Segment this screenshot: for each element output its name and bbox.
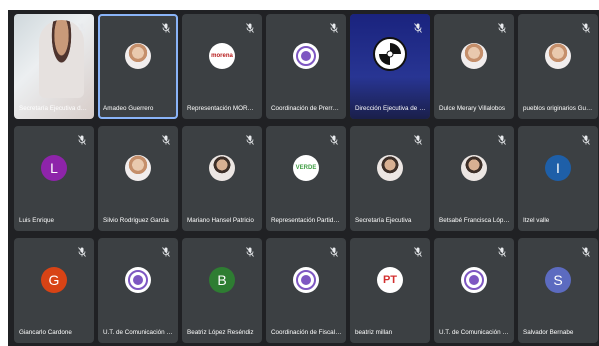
avatar-logo-icon: PT	[377, 267, 403, 293]
participant-tile[interactable]: Coordinación de Prerrog...	[266, 14, 346, 119]
participant-name: Dirección Ejecutiva de Pr...	[355, 105, 426, 112]
participant-tile[interactable]: I Itzel valle	[518, 126, 598, 231]
participant-name: Betsabé Francisca López ...	[439, 217, 510, 224]
participant-name: Coordinación de Fiscaliza...	[271, 329, 342, 336]
mic-muted-icon	[78, 20, 86, 33]
mic-muted-icon	[330, 132, 338, 145]
mic-muted-icon	[414, 244, 422, 257]
participant-grid: Secretaría Ejecutiva de ... Amadeo Guerre…	[8, 10, 599, 346]
participant-tile[interactable]: Betsabé Francisca López ...	[434, 126, 514, 231]
participant-tile[interactable]: Coordinación de Fiscaliza...	[266, 238, 346, 343]
participant-name: Beatriz López Reséndiz	[187, 329, 254, 336]
presentation-logo-icon	[373, 36, 407, 71]
mic-muted-icon	[330, 20, 338, 33]
avatar-initial: G	[41, 267, 67, 293]
participant-tile[interactable]: PT beatriz millan	[350, 238, 430, 343]
participant-tile[interactable]: U.T. de Comunicación Soc...	[434, 238, 514, 343]
meeting-window: Secretaría Ejecutiva de ... Amadeo Guerre…	[0, 0, 599, 346]
participant-tile[interactable]: Amadeo Guerrero	[98, 14, 178, 119]
participant-name: Representación Partido V...	[271, 217, 342, 224]
mic-muted-icon	[162, 20, 170, 33]
logo-text: morena	[211, 53, 233, 59]
avatar-logo-icon	[125, 267, 151, 293]
avatar-photo	[125, 155, 151, 181]
participant-tile[interactable]: Dulce Merary Villalobos	[434, 14, 514, 119]
avatar-photo	[377, 155, 403, 181]
participant-name: pueblos originarios Guerr...	[523, 105, 594, 112]
participant-name: Itzel valle	[523, 217, 550, 224]
participant-name: Luis Enrique	[19, 217, 55, 224]
participant-name: Representación MORENA	[187, 105, 258, 112]
participant-name: Giancarlo Cardone	[19, 329, 72, 336]
participant-tile[interactable]: Secretaría Ejecutiva	[350, 126, 430, 231]
participant-name: Salvador Bernabe	[523, 329, 574, 336]
avatar-logo-icon: VERDE	[293, 155, 319, 181]
participant-name: Secretaría Ejecutiva de ...	[19, 105, 90, 112]
participant-name: U.T. de Comunicación Soc...	[103, 329, 174, 336]
avatar-logo-icon	[293, 267, 319, 293]
mic-muted-icon	[78, 244, 86, 257]
mic-muted-icon	[414, 132, 422, 145]
participant-name: U.T. de Comunicación Soc...	[439, 329, 510, 336]
participant-name: Silvio Rodriguez Garcia	[103, 217, 169, 224]
mic-muted-icon	[330, 244, 338, 257]
mic-muted-icon	[498, 244, 506, 257]
participant-tile[interactable]: G Giancarlo Cardone	[14, 238, 94, 343]
mic-muted-icon	[246, 20, 254, 33]
mic-muted-icon	[582, 20, 590, 33]
mic-muted-icon	[78, 132, 86, 145]
mic-muted-icon	[582, 132, 590, 145]
participant-tile[interactable]: Dirección Ejecutiva de Pr...	[350, 14, 430, 119]
mic-muted-icon	[498, 132, 506, 145]
participant-name: beatriz millan	[355, 329, 393, 336]
avatar-logo-icon: morena	[209, 43, 235, 69]
avatar-logo-icon	[461, 267, 487, 293]
avatar-photo	[461, 43, 487, 69]
participant-name: Mariano Hansel Patricio	[187, 217, 254, 224]
mic-muted-icon	[162, 132, 170, 145]
logo-text: VERDE	[295, 165, 317, 171]
avatar-photo	[545, 43, 571, 69]
mic-muted-icon	[414, 20, 422, 33]
participant-tile[interactable]: U.T. de Comunicación Soc...	[98, 238, 178, 343]
participant-tile[interactable]: Secretaría Ejecutiva de ...	[14, 14, 94, 119]
avatar-logo-icon	[293, 43, 319, 69]
participant-tile[interactable]: L Luis Enrique	[14, 126, 94, 231]
mic-muted-icon	[246, 244, 254, 257]
avatar-initial: B	[209, 267, 235, 293]
avatar-initial: L	[41, 155, 67, 181]
mic-muted-icon	[582, 244, 590, 257]
avatar-photo	[209, 155, 235, 181]
participant-tile[interactable]: VERDE Representación Partido V...	[266, 126, 346, 231]
mic-muted-icon	[498, 20, 506, 33]
participant-name: Secretaría Ejecutiva	[355, 217, 412, 224]
participant-tile[interactable]: pueblos originarios Guerr...	[518, 14, 598, 119]
participant-tile[interactable]: B Beatriz López Reséndiz	[182, 238, 262, 343]
mic-muted-icon	[162, 244, 170, 257]
participant-name: Dulce Merary Villalobos	[439, 105, 506, 112]
participant-tile[interactable]: Mariano Hansel Patricio	[182, 126, 262, 231]
participant-tile[interactable]: morena Representación MORENA	[182, 14, 262, 119]
participant-name: Amadeo Guerrero	[103, 105, 154, 112]
participant-tile[interactable]: S Salvador Bernabe	[518, 238, 598, 343]
avatar-initial: S	[545, 267, 571, 293]
mic-muted-icon	[246, 132, 254, 145]
avatar-photo	[461, 155, 487, 181]
participant-name: Coordinación de Prerrog...	[271, 105, 342, 112]
avatar-initial: I	[545, 155, 571, 181]
participant-tile[interactable]: Silvio Rodriguez Garcia	[98, 126, 178, 231]
logo-text: PT	[382, 274, 398, 286]
avatar-photo	[125, 43, 151, 69]
